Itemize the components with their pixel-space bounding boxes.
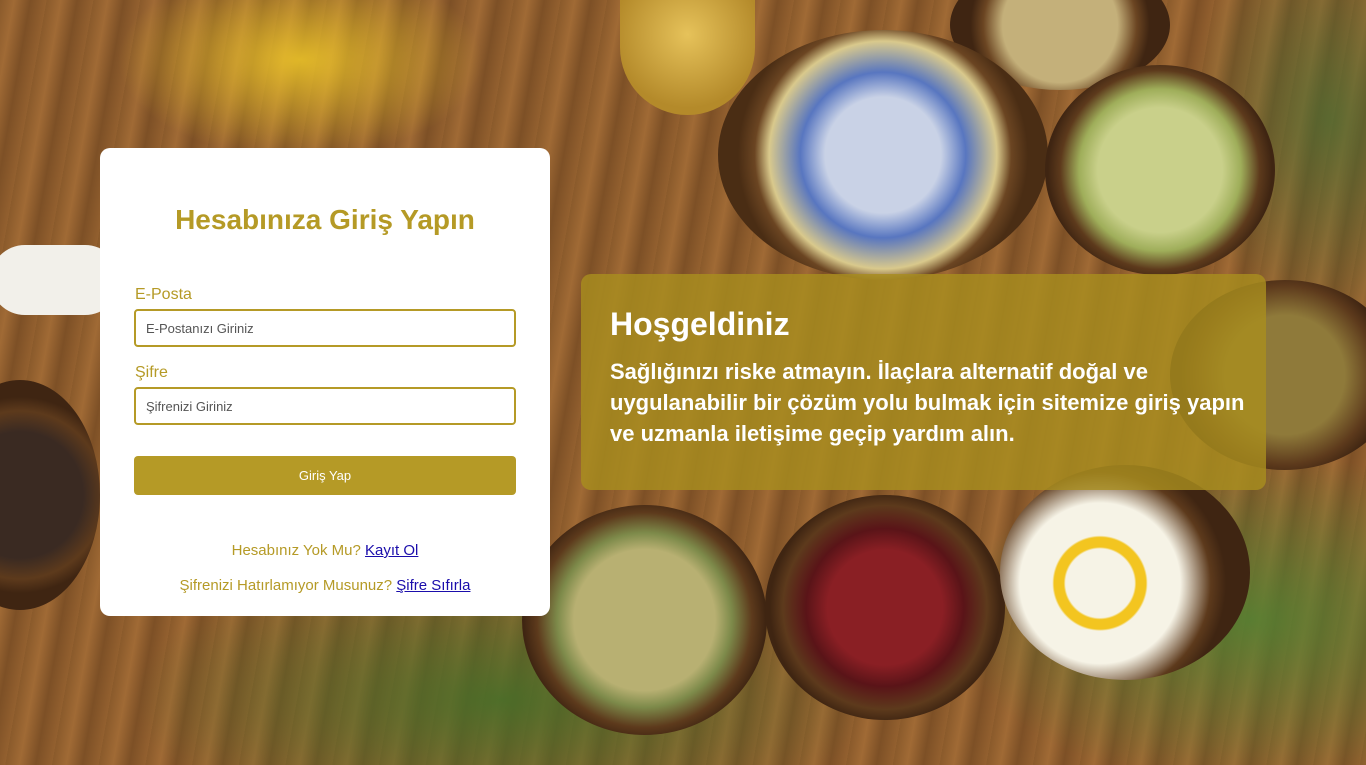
no-account-text: Hesabınız Yok Mu? xyxy=(231,542,366,559)
herb-bowl xyxy=(0,380,100,610)
reset-prompt: Şifrenizi Hatırlamıyor Musunuz? Şifre Sı… xyxy=(100,577,550,594)
herb-bowl xyxy=(765,495,1005,720)
forgot-password-text: Şifrenizi Hatırlamıyor Musunuz? xyxy=(179,577,397,594)
register-link[interactable]: Kayıt Ol xyxy=(365,542,418,559)
welcome-panel: Hoşgeldiniz Sağlığınızı riske atmayın. İ… xyxy=(581,274,1266,490)
herb-bowl xyxy=(1045,65,1275,275)
herb-bowl xyxy=(1000,465,1250,680)
welcome-title: Hoşgeldiniz xyxy=(610,306,790,342)
login-button[interactable]: Giriş Yap xyxy=(134,456,516,495)
password-label: Şifre xyxy=(135,364,168,381)
herb-bowl xyxy=(522,505,767,735)
register-prompt: Hesabınız Yok Mu? Kayıt Ol xyxy=(100,542,550,559)
welcome-text: Sağlığınızı riske atmayın. İlaçlara alte… xyxy=(610,359,1245,446)
reset-password-link[interactable]: Şifre Sıfırla xyxy=(396,577,470,594)
herb-bowl xyxy=(718,30,1048,280)
email-label: E-Posta xyxy=(135,286,192,303)
login-card: Hesabınıza Giriş Yapın E-Posta Şifre Gir… xyxy=(100,148,550,616)
email-field[interactable] xyxy=(134,309,516,347)
login-title: Hesabınıza Giriş Yapın xyxy=(175,204,475,235)
password-field[interactable] xyxy=(134,387,516,425)
